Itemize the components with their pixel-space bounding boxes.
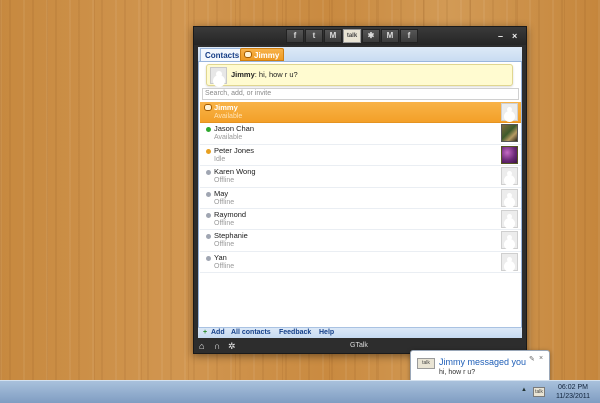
gtalk-icon[interactable]: talk	[343, 29, 361, 43]
list-item[interactable]: Jason Chan Available	[200, 123, 521, 145]
notification-text: Jimmy: hi, how r u?	[231, 70, 298, 79]
avatar	[501, 252, 518, 271]
status-dot-icon	[206, 148, 211, 154]
contact-name: Raymond	[214, 209, 247, 219]
contact-name: Stephanie	[214, 231, 248, 241]
list-item[interactable]: Stephanie Offline	[200, 230, 521, 252]
avatar	[501, 188, 518, 207]
app-title: GTalk	[350, 342, 368, 349]
help-link[interactable]: Help	[319, 328, 334, 338]
settings-icon[interactable]: ✲	[228, 340, 236, 352]
headset-icon[interactable]: ∩	[214, 340, 220, 352]
avatar	[501, 167, 518, 186]
contact-list: Jimmy Available Jason Chan Available Peter J…	[200, 102, 521, 274]
title-bar[interactable]: f t Mtalk ✱ Mf – ×	[194, 27, 526, 45]
notification-message: : hi, how r u?	[254, 70, 298, 79]
contact-status: Available	[214, 113, 243, 120]
toast-close-button[interactable]: ×	[539, 355, 543, 362]
status-dot-icon	[206, 191, 211, 197]
status-dot-icon	[206, 234, 211, 240]
list-item[interactable]: May Offline	[200, 188, 521, 209]
list-item[interactable]: Yan Offline	[200, 252, 521, 274]
contact-status: Available	[214, 134, 243, 142]
gtalk-window[interactable]: f t Mtalk ✱ Mf – × Contacts Jimmy Jimmy: hi,…	[193, 26, 527, 354]
message-notification-card[interactable]: Jimmy: hi, how r u?	[206, 64, 513, 86]
contact-name: May	[214, 188, 229, 198]
list-item[interactable]: Raymond Offline	[200, 209, 521, 231]
tab-contacts[interactable]: Contacts	[200, 48, 245, 61]
toolbar-icons: f t Mtalk ✱ Mf	[286, 29, 418, 43]
pin-icon[interactable]: ✎	[529, 355, 535, 363]
bottom-links-bar: + Add All contacts Feedback Help	[198, 327, 522, 338]
contact-name: Karen Wong	[214, 167, 256, 177]
home-icon[interactable]: ⌂	[199, 340, 204, 352]
avatar	[501, 209, 518, 228]
tab-chat-jimmy[interactable]: Jimmy	[240, 48, 285, 61]
avatar	[210, 67, 227, 84]
status-dot-icon	[206, 127, 211, 133]
minimize-button[interactable]: –	[498, 29, 503, 43]
avatar	[501, 103, 518, 121]
contact-status: Offline	[214, 219, 235, 227]
close-button[interactable]: ×	[512, 29, 517, 43]
tabs-bar: Contacts Jimmy	[198, 47, 522, 61]
status-dot-icon	[206, 170, 211, 176]
gtalk-icon: talk	[417, 358, 435, 369]
delicious-icon[interactable]: ✱	[362, 29, 380, 43]
contact-name: Peter Jones	[214, 145, 255, 155]
message-toast[interactable]: talk Jimmy messaged you hi, how r u? ✎ ×	[410, 350, 550, 383]
list-item[interactable]: Peter Jones Idle	[200, 145, 521, 167]
contact-status: Offline	[214, 177, 235, 185]
chat-bubble-icon	[204, 104, 212, 111]
contact-status: Offline	[214, 262, 235, 270]
contacts-panel: Jimmy: hi, how r u? Search, add, or invi…	[198, 61, 522, 337]
gmail-icon[interactable]: M	[324, 29, 342, 43]
tray-gtalk-icon[interactable]: talk	[533, 387, 545, 397]
system-clock[interactable]: 06:02 PM 11/23/2011	[552, 383, 594, 401]
tray-expand-icon[interactable]: ▲	[521, 387, 527, 393]
status-dot-icon	[206, 255, 211, 261]
facebook-icon[interactable]: f	[286, 29, 304, 43]
tab-chat-label: Jimmy	[254, 51, 280, 60]
all-contacts-link[interactable]: All contacts	[231, 328, 271, 338]
list-item[interactable]: Karen Wong Offline	[200, 166, 521, 188]
notification-sender: Jimmy	[231, 70, 255, 79]
contact-status: Offline	[214, 241, 235, 249]
toast-message: hi, how r u?	[439, 369, 476, 376]
gmail-icon[interactable]: M	[381, 29, 399, 43]
contact-name: Jason Chan	[214, 124, 255, 134]
status-dot-icon	[206, 212, 211, 218]
contact-name: Yan	[214, 252, 227, 262]
search-input[interactable]: Search, add, or invite	[202, 88, 519, 100]
list-item[interactable]: Jimmy Available	[200, 102, 521, 124]
contact-name: Jimmy	[214, 103, 238, 112]
add-plus-icon: +	[203, 329, 208, 336]
avatar	[501, 124, 518, 143]
feedback-link[interactable]: Feedback	[279, 328, 311, 338]
clock-time: 06:02 PM	[558, 384, 588, 391]
avatar	[501, 145, 518, 164]
taskbar: ▲ talk 06:02 PM 11/23/2011	[0, 380, 600, 403]
contact-status: Idle	[214, 155, 226, 163]
contact-status: Offline	[214, 198, 235, 206]
toast-title: Jimmy messaged you	[439, 357, 527, 367]
add-link[interactable]: Add	[211, 328, 225, 338]
facebook-icon[interactable]: f	[400, 29, 418, 43]
avatar	[501, 231, 518, 250]
clock-date: 11/23/2011	[556, 393, 590, 400]
twitter-icon[interactable]: t	[305, 29, 323, 43]
chat-bubble-icon	[244, 51, 252, 58]
